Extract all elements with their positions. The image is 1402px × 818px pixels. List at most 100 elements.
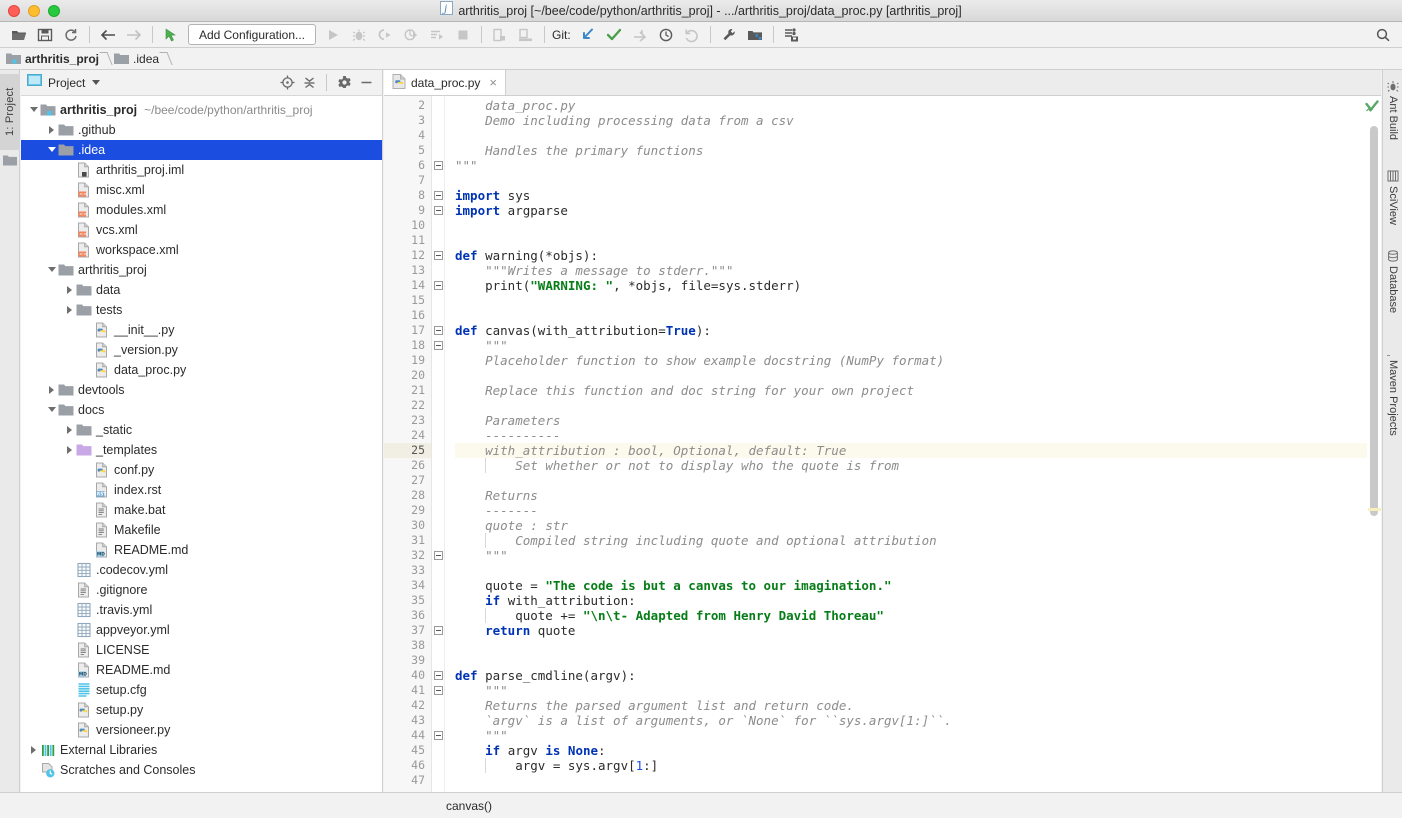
- gear-icon[interactable]: [334, 73, 354, 93]
- tree-expand-arrow-closed[interactable]: [47, 380, 58, 400]
- code-line[interactable]: -------: [455, 503, 1381, 518]
- tree-row[interactable]: .gitignore: [21, 580, 382, 600]
- database-toolbar-icon[interactable]: [779, 23, 805, 47]
- fold-marker[interactable]: [434, 551, 443, 560]
- code-line[interactable]: with_attribution : bool, Optional, defau…: [455, 443, 1381, 458]
- code-line[interactable]: """: [455, 158, 1381, 173]
- fold-marker[interactable]: [434, 686, 443, 695]
- editor-tab-data-proc[interactable]: data_proc.py ×: [384, 70, 506, 95]
- code-line[interactable]: Handles the primary functions: [455, 143, 1381, 158]
- code-content[interactable]: data_proc.py Demo including processing d…: [445, 96, 1381, 792]
- code-line[interactable]: Replace this function and doc string for…: [455, 383, 1381, 398]
- code-line[interactable]: `argv` is a list of arguments, or `None`…: [455, 713, 1381, 728]
- tree-row[interactable]: .travis.yml: [21, 600, 382, 620]
- code-line[interactable]: Returns the parsed argument list and ret…: [455, 698, 1381, 713]
- scrollbar-thumb[interactable]: [1370, 126, 1378, 516]
- tree-expand-arrow-open[interactable]: [47, 140, 58, 160]
- search-icon[interactable]: [1370, 23, 1396, 47]
- toolwindow-button-maven[interactable]: m Maven Projects: [1381, 340, 1402, 436]
- tree-row[interactable]: MD README.md: [21, 660, 382, 680]
- code-line[interactable]: [455, 173, 1381, 188]
- breadcrumb-item-project[interactable]: arthritis_proj: [6, 52, 99, 66]
- tree-expand-arrow-open[interactable]: [29, 100, 40, 120]
- tree-row[interactable]: devtools: [21, 380, 382, 400]
- tree-row[interactable]: docs: [21, 400, 382, 420]
- select-opened-file-icon[interactable]: [277, 73, 297, 93]
- code-line[interactable]: quote : str: [455, 518, 1381, 533]
- code-line[interactable]: Compiled string including quote and opti…: [455, 533, 1381, 548]
- code-line[interactable]: [455, 563, 1381, 578]
- tree-row[interactable]: <> misc.xml: [21, 180, 382, 200]
- fold-marker[interactable]: [434, 191, 443, 200]
- tree-row[interactable]: arthritis_proj ~/bee/code/python/arthriti…: [21, 100, 382, 120]
- tree-row[interactable]: _templates: [21, 440, 382, 460]
- tree-row[interactable]: versioneer.py: [21, 720, 382, 740]
- code-line[interactable]: Set whether or not to display who the qu…: [455, 458, 1381, 473]
- code-line[interactable]: """: [455, 683, 1381, 698]
- project-tree[interactable]: arthritis_proj ~/bee/code/python/arthriti…: [21, 96, 382, 818]
- code-line[interactable]: if with_attribution:: [455, 593, 1381, 608]
- tree-row[interactable]: tests: [21, 300, 382, 320]
- code-line[interactable]: [455, 773, 1381, 788]
- tree-row[interactable]: make.bat: [21, 500, 382, 520]
- back-icon[interactable]: [95, 23, 121, 47]
- code-line[interactable]: print("WARNING: ", *objs, file=sys.stder…: [455, 278, 1381, 293]
- chevron-down-icon[interactable]: [92, 80, 101, 85]
- code-line[interactable]: """: [455, 548, 1381, 563]
- fold-marker[interactable]: [434, 626, 443, 635]
- code-line[interactable]: """: [455, 728, 1381, 743]
- fold-marker[interactable]: [434, 281, 443, 290]
- fold-marker[interactable]: [434, 206, 443, 215]
- fold-marker[interactable]: [434, 671, 443, 680]
- history-icon[interactable]: [653, 23, 679, 47]
- code-line[interactable]: import argparse: [455, 203, 1381, 218]
- code-line[interactable]: def parse_cmdline(argv):: [455, 668, 1381, 683]
- tree-expand-arrow-closed[interactable]: [29, 740, 40, 760]
- tree-row[interactable]: <> workspace.xml: [21, 240, 382, 260]
- tree-row[interactable]: appveyor.yml: [21, 620, 382, 640]
- toolwindow-button-database[interactable]: Database: [1383, 246, 1402, 313]
- tree-row[interactable]: External Libraries: [21, 740, 382, 760]
- breadcrumb-item-idea[interactable]: .idea: [114, 52, 159, 66]
- code-line[interactable]: [455, 473, 1381, 488]
- code-line[interactable]: quote += "\n\t- Adapted from Henry David…: [455, 608, 1381, 623]
- code-line[interactable]: [455, 233, 1381, 248]
- code-line[interactable]: """Writes a message to stderr.""": [455, 263, 1381, 278]
- settings-gear-wrench-icon[interactable]: [716, 23, 742, 47]
- code-line[interactable]: argv = sys.argv[1:]: [455, 758, 1381, 773]
- tree-row[interactable]: arthritis_proj: [21, 260, 382, 280]
- code-line[interactable]: """: [455, 338, 1381, 353]
- code-line[interactable]: if argv is None:: [455, 743, 1381, 758]
- tree-row[interactable]: .codecov.yml: [21, 560, 382, 580]
- hide-panel-icon[interactable]: [356, 73, 376, 93]
- code-line[interactable]: [455, 398, 1381, 413]
- tree-row[interactable]: setup.cfg: [21, 680, 382, 700]
- fold-marker[interactable]: [434, 731, 443, 740]
- toolwindow-button-sciview[interactable]: SciView: [1383, 166, 1402, 225]
- code-line[interactable]: Returns: [455, 488, 1381, 503]
- tree-expand-arrow-open[interactable]: [47, 260, 58, 280]
- fold-marker[interactable]: [434, 251, 443, 260]
- structure-toolwindow-icon[interactable]: [3, 154, 17, 172]
- code-line[interactable]: return quote: [455, 623, 1381, 638]
- inspection-status-icon[interactable]: [1365, 100, 1379, 118]
- tree-row[interactable]: Makefile: [21, 520, 382, 540]
- statusbar-breadcrumb[interactable]: canvas(): [446, 799, 492, 813]
- tree-row[interactable]: arthritis_proj.iml: [21, 160, 382, 180]
- code-line[interactable]: [455, 653, 1381, 668]
- project-structure-icon[interactable]: [742, 23, 768, 47]
- tree-row[interactable]: setup.py: [21, 700, 382, 720]
- save-all-icon[interactable]: [32, 23, 58, 47]
- code-line[interactable]: [455, 638, 1381, 653]
- tree-row[interactable]: <> vcs.xml: [21, 220, 382, 240]
- code-line[interactable]: Demo including processing data from a cs…: [455, 113, 1381, 128]
- code-line[interactable]: ----------: [455, 428, 1381, 443]
- tree-row[interactable]: RST index.rst: [21, 480, 382, 500]
- tree-row[interactable]: MD README.md: [21, 540, 382, 560]
- tree-expand-arrow-closed[interactable]: [65, 420, 76, 440]
- tree-row[interactable]: <> modules.xml: [21, 200, 382, 220]
- code-line[interactable]: [455, 368, 1381, 383]
- select-in-pointer-icon[interactable]: [158, 23, 184, 47]
- collapse-all-icon[interactable]: [299, 73, 319, 93]
- toolwindow-button-ant-build[interactable]: Ant Build: [1383, 76, 1402, 140]
